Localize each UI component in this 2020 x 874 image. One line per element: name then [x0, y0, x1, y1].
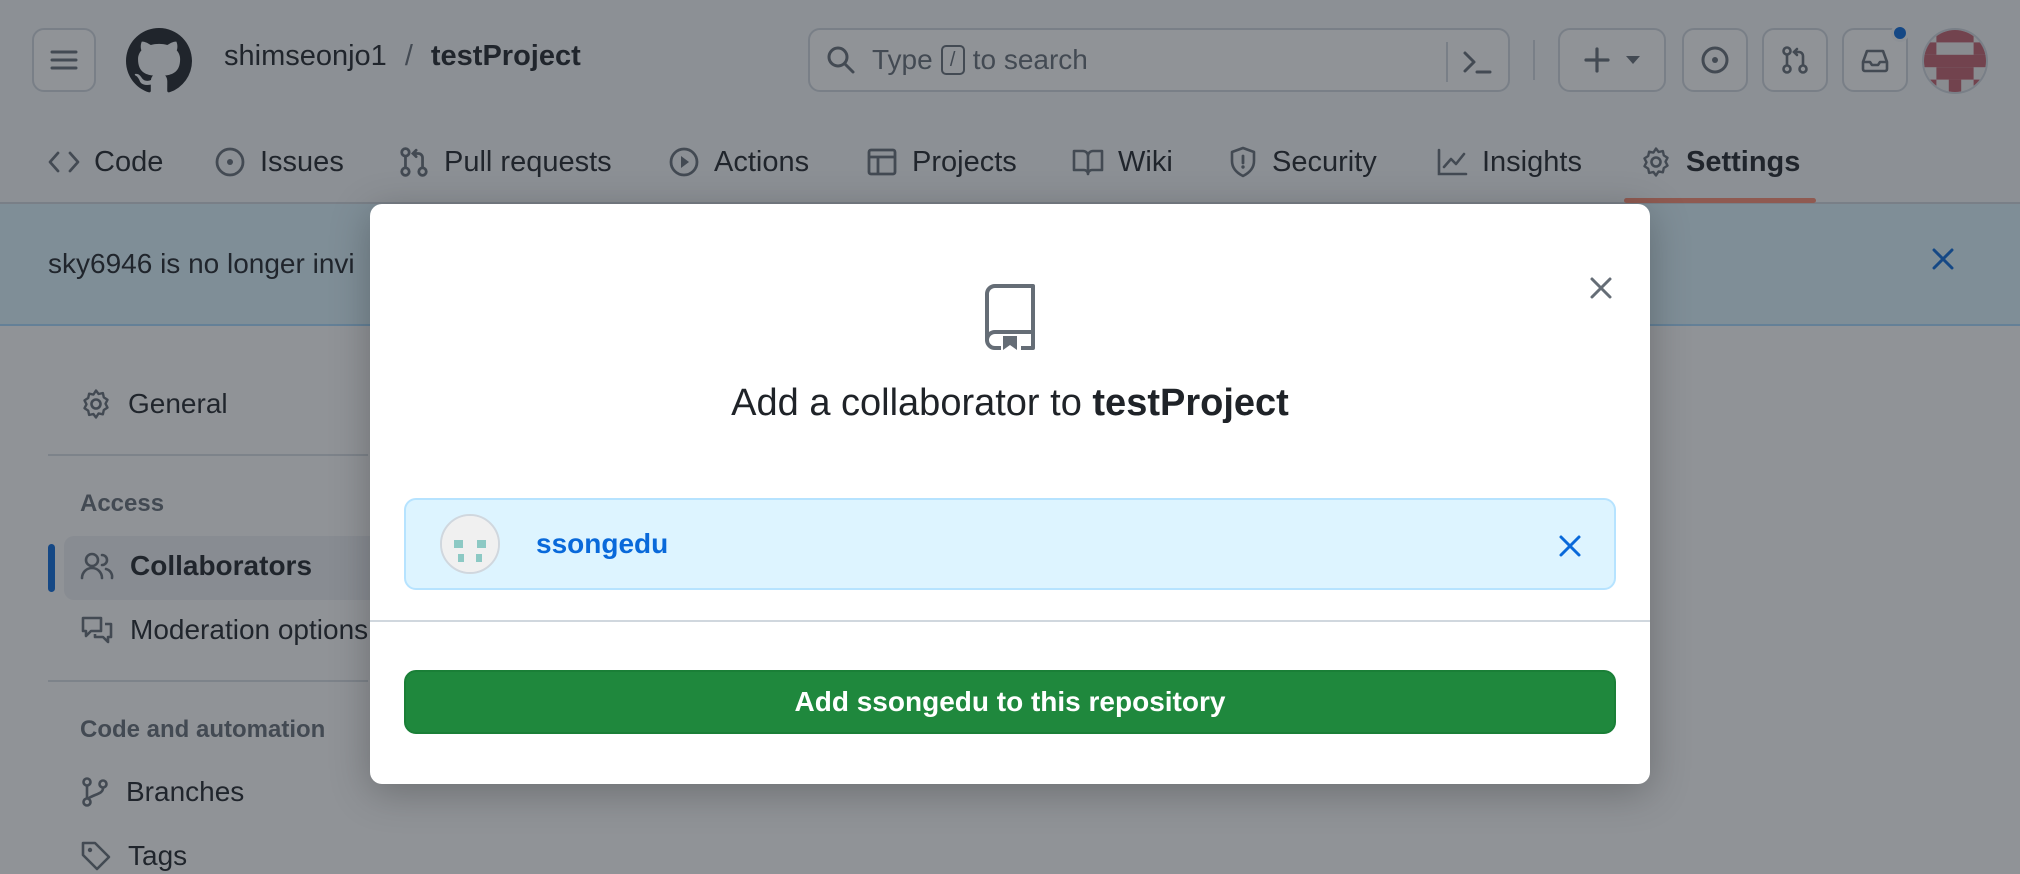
- add-collaborator-button[interactable]: Add ssongedu to this repository: [404, 670, 1616, 734]
- selected-user-chip: ssongedu: [404, 498, 1616, 590]
- avatar: [440, 514, 500, 574]
- add-collaborator-dialog: Add a collaborator to testProject ssonge…: [370, 204, 1650, 784]
- repo-icon: [985, 284, 1035, 350]
- remove-selected-user-button[interactable]: [1548, 524, 1592, 568]
- close-icon: [1590, 277, 1612, 299]
- dialog-divider: [370, 620, 1650, 622]
- close-icon: [1559, 535, 1581, 557]
- selected-username[interactable]: ssongedu: [536, 528, 668, 560]
- dialog-close-button[interactable]: [1569, 256, 1633, 320]
- identicon-avatar-icon: [442, 516, 498, 572]
- dialog-title: Add a collaborator to testProject: [731, 382, 1289, 424]
- dialog-title-repo: testProject: [1092, 382, 1289, 424]
